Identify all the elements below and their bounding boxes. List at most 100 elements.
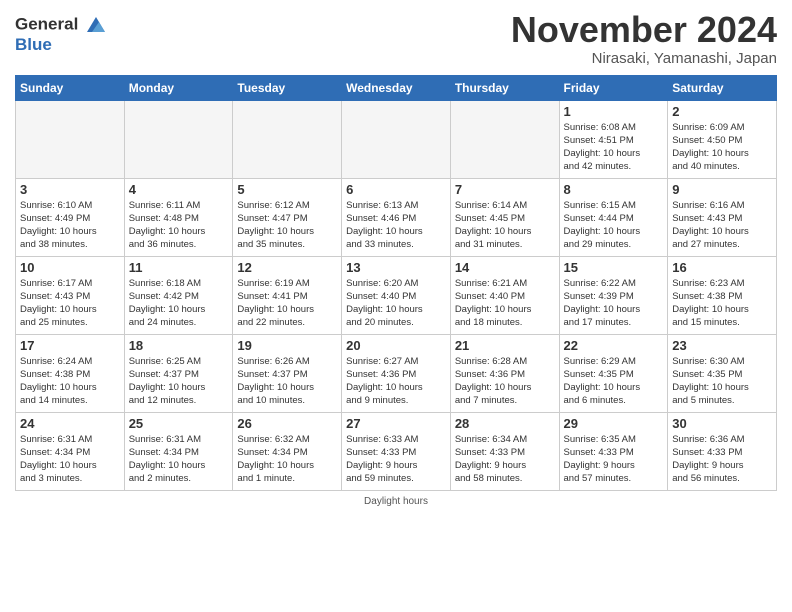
col-header-saturday: Saturday [668, 75, 777, 100]
day-number: 23 [672, 338, 772, 353]
day-info: Sunrise: 6:10 AM Sunset: 4:49 PM Dayligh… [20, 199, 120, 252]
day-info: Sunrise: 6:24 AM Sunset: 4:38 PM Dayligh… [20, 355, 120, 408]
day-cell-1-1: 4 Sunrise: 6:11 AM Sunset: 4:48 PM Daylig… [124, 178, 233, 256]
day-cell-0-4 [450, 100, 559, 178]
day-number: 12 [237, 260, 337, 275]
page-container: General Blue November 2024 Nirasaki, Yam… [0, 0, 792, 517]
day-info: Sunrise: 6:15 AM Sunset: 4:44 PM Dayligh… [564, 199, 664, 252]
day-number: 8 [564, 182, 664, 197]
day-number: 9 [672, 182, 772, 197]
col-header-wednesday: Wednesday [342, 75, 451, 100]
day-number: 26 [237, 416, 337, 431]
daylight-hours-label: Daylight hours [364, 496, 428, 507]
day-info: Sunrise: 6:22 AM Sunset: 4:39 PM Dayligh… [564, 277, 664, 330]
day-info: Sunrise: 6:36 AM Sunset: 4:33 PM Dayligh… [672, 433, 772, 486]
day-cell-4-2: 26Sunrise: 6:32 AM Sunset: 4:34 PM Dayli… [233, 412, 342, 490]
day-info: Sunrise: 6:19 AM Sunset: 4:41 PM Dayligh… [237, 277, 337, 330]
day-info: Sunrise: 6:25 AM Sunset: 4:37 PM Dayligh… [129, 355, 229, 408]
day-cell-4-0: 24 Sunrise: 6:31 AM Sunset: 4:34 PM Dayli… [16, 412, 125, 490]
day-number: 1 [564, 104, 664, 119]
day-number: 14 [455, 260, 555, 275]
day-cell-0-3 [342, 100, 451, 178]
header-row: SundayMondayTuesdayWednesdayThursdayFrid… [16, 75, 777, 100]
week-row-2: 10Sunrise: 6:17 AM Sunset: 4:43 PM Dayli… [16, 256, 777, 334]
day-info: Sunrise: 6:28 AM Sunset: 4:36 PM Dayligh… [455, 355, 555, 408]
day-info: Sunrise: 6:18 AM Sunset: 4:42 PM Dayligh… [129, 277, 229, 330]
day-cell-3-4: 21Sunrise: 6:28 AM Sunset: 4:36 PM Dayli… [450, 334, 559, 412]
day-info: Sunrise: 6:20 AM Sunset: 4:40 PM Dayligh… [346, 277, 446, 330]
day-cell-1-5: 8 Sunrise: 6:15 AM Sunset: 4:44 PM Daylig… [559, 178, 668, 256]
day-info: Sunrise: 6:12 AM Sunset: 4:47 PM Dayligh… [237, 199, 337, 252]
col-header-thursday: Thursday [450, 75, 559, 100]
col-header-monday: Monday [124, 75, 233, 100]
day-info: Sunrise: 6:31 AM Sunset: 4:34 PM Dayligh… [20, 433, 120, 486]
day-cell-1-0: 3 Sunrise: 6:10 AM Sunset: 4:49 PM Daylig… [16, 178, 125, 256]
day-number: 29 [564, 416, 664, 431]
week-row-4: 24 Sunrise: 6:31 AM Sunset: 4:34 PM Dayli… [16, 412, 777, 490]
day-info: Sunrise: 6:35 AM Sunset: 4:33 PM Dayligh… [564, 433, 664, 486]
day-number: 25 [129, 416, 229, 431]
month-title: November 2024 [511, 10, 777, 50]
day-cell-2-6: 16Sunrise: 6:23 AM Sunset: 4:38 PM Dayli… [668, 256, 777, 334]
day-cell-0-5: 1 Sunrise: 6:08 AM Sunset: 4:51 PM Daylig… [559, 100, 668, 178]
calendar-table: SundayMondayTuesdayWednesdayThursdayFrid… [15, 75, 777, 491]
day-cell-1-6: 9 Sunrise: 6:16 AM Sunset: 4:43 PM Daylig… [668, 178, 777, 256]
day-number: 10 [20, 260, 120, 275]
day-cell-2-2: 12 Sunrise: 6:19 AM Sunset: 4:41 PM Dayli… [233, 256, 342, 334]
day-number: 2 [672, 104, 772, 119]
day-number: 18 [129, 338, 229, 353]
week-row-3: 17 Sunrise: 6:24 AM Sunset: 4:38 PM Dayli… [16, 334, 777, 412]
day-cell-2-5: 15 Sunrise: 6:22 AM Sunset: 4:39 PM Dayli… [559, 256, 668, 334]
day-cell-3-0: 17 Sunrise: 6:24 AM Sunset: 4:38 PM Dayli… [16, 334, 125, 412]
day-cell-4-3: 27Sunrise: 6:33 AM Sunset: 4:33 PM Dayli… [342, 412, 451, 490]
week-row-1: 3 Sunrise: 6:10 AM Sunset: 4:49 PM Daylig… [16, 178, 777, 256]
day-info: Sunrise: 6:34 AM Sunset: 4:33 PM Dayligh… [455, 433, 555, 486]
day-number: 7 [455, 182, 555, 197]
day-number: 5 [237, 182, 337, 197]
day-number: 19 [237, 338, 337, 353]
day-info: Sunrise: 6:30 AM Sunset: 4:35 PM Dayligh… [672, 355, 772, 408]
day-cell-4-5: 29 Sunrise: 6:35 AM Sunset: 4:33 PM Dayli… [559, 412, 668, 490]
day-info: Sunrise: 6:11 AM Sunset: 4:48 PM Dayligh… [129, 199, 229, 252]
header: General Blue November 2024 Nirasaki, Yam… [15, 10, 777, 67]
day-number: 17 [20, 338, 120, 353]
col-header-tuesday: Tuesday [233, 75, 342, 100]
day-info: Sunrise: 6:26 AM Sunset: 4:37 PM Dayligh… [237, 355, 337, 408]
day-number: 28 [455, 416, 555, 431]
day-cell-3-5: 22Sunrise: 6:29 AM Sunset: 4:35 PM Dayli… [559, 334, 668, 412]
day-cell-0-1 [124, 100, 233, 178]
location: Nirasaki, Yamanashi, Japan [511, 50, 777, 67]
day-number: 11 [129, 260, 229, 275]
day-number: 15 [564, 260, 664, 275]
day-cell-3-6: 23 Sunrise: 6:30 AM Sunset: 4:35 PM Dayli… [668, 334, 777, 412]
day-cell-2-3: 13 Sunrise: 6:20 AM Sunset: 4:40 PM Dayli… [342, 256, 451, 334]
day-info: Sunrise: 6:08 AM Sunset: 4:51 PM Dayligh… [564, 121, 664, 174]
day-cell-2-0: 10Sunrise: 6:17 AM Sunset: 4:43 PM Dayli… [16, 256, 125, 334]
day-number: 20 [346, 338, 446, 353]
day-cell-0-0 [16, 100, 125, 178]
day-number: 4 [129, 182, 229, 197]
title-block: November 2024 Nirasaki, Yamanashi, Japan [511, 10, 777, 67]
day-cell-3-2: 19 Sunrise: 6:26 AM Sunset: 4:37 PM Dayli… [233, 334, 342, 412]
day-info: Sunrise: 6:13 AM Sunset: 4:46 PM Dayligh… [346, 199, 446, 252]
day-info: Sunrise: 6:29 AM Sunset: 4:35 PM Dayligh… [564, 355, 664, 408]
day-info: Sunrise: 6:16 AM Sunset: 4:43 PM Dayligh… [672, 199, 772, 252]
day-number: 13 [346, 260, 446, 275]
day-number: 30 [672, 416, 772, 431]
day-cell-1-2: 5 Sunrise: 6:12 AM Sunset: 4:47 PM Daylig… [233, 178, 342, 256]
day-number: 24 [20, 416, 120, 431]
day-cell-0-6: 2 Sunrise: 6:09 AM Sunset: 4:50 PM Daylig… [668, 100, 777, 178]
day-info: Sunrise: 6:31 AM Sunset: 4:34 PM Dayligh… [129, 433, 229, 486]
day-number: 6 [346, 182, 446, 197]
day-number: 16 [672, 260, 772, 275]
footer: Daylight hours [15, 496, 777, 507]
day-cell-4-6: 30 Sunrise: 6:36 AM Sunset: 4:33 PM Dayli… [668, 412, 777, 490]
day-cell-3-3: 20 Sunrise: 6:27 AM Sunset: 4:36 PM Dayli… [342, 334, 451, 412]
day-number: 3 [20, 182, 120, 197]
day-cell-4-1: 25 Sunrise: 6:31 AM Sunset: 4:34 PM Dayli… [124, 412, 233, 490]
day-cell-2-4: 14Sunrise: 6:21 AM Sunset: 4:40 PM Dayli… [450, 256, 559, 334]
day-info: Sunrise: 6:27 AM Sunset: 4:36 PM Dayligh… [346, 355, 446, 408]
day-cell-4-4: 28 Sunrise: 6:34 AM Sunset: 4:33 PM Dayli… [450, 412, 559, 490]
day-info: Sunrise: 6:09 AM Sunset: 4:50 PM Dayligh… [672, 121, 772, 174]
day-cell-2-1: 11 Sunrise: 6:18 AM Sunset: 4:42 PM Dayli… [124, 256, 233, 334]
